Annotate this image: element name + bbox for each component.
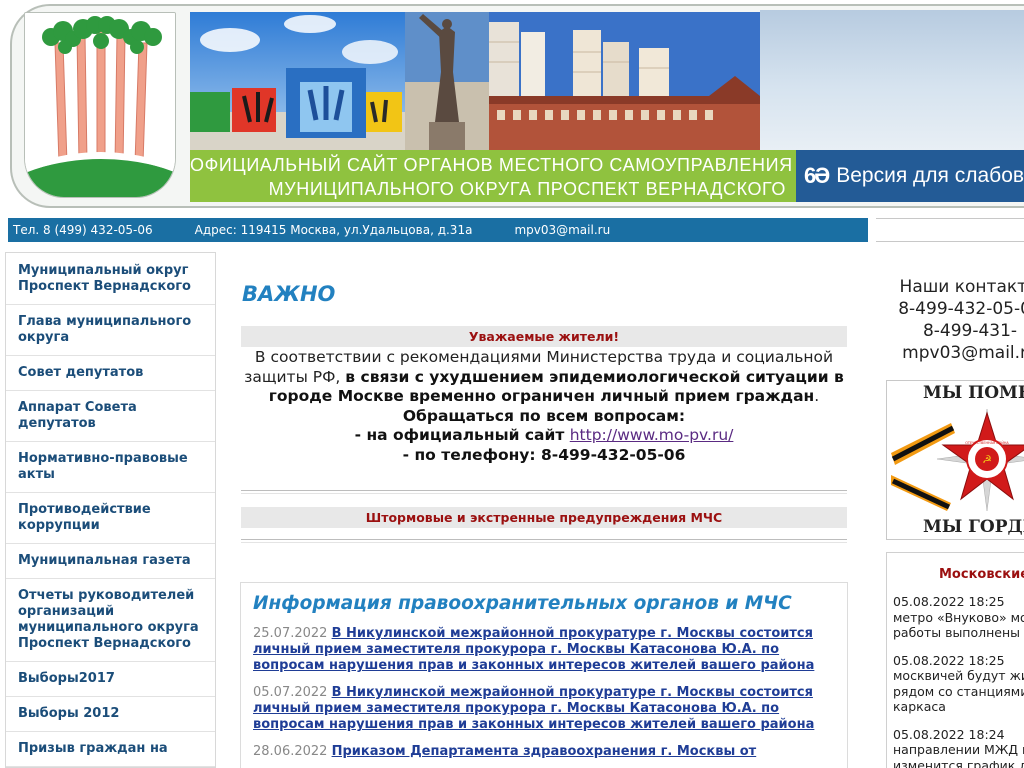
main-content: ВАЖНО Уважаемые жители! В соответствии с…: [232, 252, 862, 768]
news-item: 25.07.2022 В Никулинской межрайонной про…: [253, 626, 835, 674]
important-heading: ВАЖНО: [242, 282, 336, 306]
banner-photos: [190, 12, 760, 150]
sidebar-item-elections-2017[interactable]: Выборы2017: [6, 662, 215, 697]
phone-text: Тел. 8 (499) 432-05-06: [13, 223, 153, 237]
emergency-warnings-link[interactable]: Штормовые и экстренные предупреждения МЧ…: [241, 507, 847, 528]
moscow-news-text: работы выполнены: [893, 625, 1021, 640]
site-header: ОФИЦИАЛЬНЫЙ САЙТ ОРГАНОВ МЕСТНОГО САМОУП…: [0, 0, 1024, 212]
right-column-divider: [876, 218, 1024, 242]
order-star-icon: ☭ ОТЕЧЕСТВЕННАЯ ВОЙНА: [891, 408, 1024, 512]
municipal-emblem[interactable]: [24, 12, 176, 198]
glasses-icon: 6Ә: [804, 163, 830, 188]
moscow-news-date: 05.08.2022 18:25: [893, 594, 1005, 609]
poster-ring-text: ОТЕЧЕСТВЕННАЯ ВОЙНА: [965, 440, 1009, 445]
sidebar-item-head[interactable]: Глава муниципального округа: [6, 305, 215, 356]
news-item: 05.07.2022 В Никулинской межрайонной про…: [253, 685, 835, 733]
moscow-news-date: 05.08.2022 18:24: [893, 726, 1005, 742]
sidebar-nav: Муниципальный округ Проспект Вернадского…: [5, 252, 216, 768]
low-vision-version-button[interactable]: 6Ә Версия для слабовидящих: [796, 150, 1024, 202]
notice-text-bold: в связи с ухудшением эпидемиологической …: [268, 367, 844, 406]
poster-top-text: МЫ ПОМНИМ: [923, 383, 1024, 403]
site-title: ОФИЦИАЛЬНЫЙ САЙТ ОРГАНОВ МЕСТНОГО САМОУП…: [190, 150, 796, 202]
moscow-news-item[interactable]: 05.08.2022 18:24 направлении МЖД н измен…: [893, 727, 1024, 768]
park-photo: [190, 12, 405, 150]
low-vision-label: Версия для слабовидящих: [836, 164, 1024, 187]
contacts-phone: 8-499-432-05-06: [898, 299, 1024, 319]
news-section-title[interactable]: Информация правоохранительных органов и …: [253, 593, 835, 614]
contacts-phone-2: 8-499-431-: [922, 321, 1018, 341]
sidebar-item-newspaper[interactable]: Муниципальная газета: [6, 544, 215, 579]
svg-text:☭: ☭: [982, 453, 992, 466]
news-link[interactable]: В Никулинской межрайонной прокуратуре г.…: [253, 685, 814, 732]
right-column: Наши контакты 8-499-432-05-06 8-499-431-…: [876, 252, 1024, 768]
moscow-news-text: каркаса: [893, 699, 946, 714]
contacts-email[interactable]: mpv03@mail.ru: [876, 342, 1024, 364]
sidebar-item-elections-2012[interactable]: Выборы 2012: [6, 697, 215, 732]
news-date: 25.07.2022: [253, 626, 328, 641]
notice-phone: - по телефону: 8-499-432-05-06: [402, 445, 686, 464]
contact-info-bar: Тел. 8 (499) 432-05-06 Адрес: 119415 Мос…: [8, 218, 868, 242]
notice-text-end: .: [814, 387, 820, 405]
notice-body: В соответствии с рекомендациями Министер…: [241, 348, 847, 465]
moscow-news-item[interactable]: 05.08.2022 18:25 метро «Внуково» мо рабо…: [893, 594, 1024, 641]
moscow-news-text: изменится график д: [893, 757, 1024, 768]
emblem-image: [25, 13, 175, 197]
site-title-line1: ОФИЦИАЛЬНЫЙ САЙТ ОРГАНОВ МЕСТНОГО САМОУП…: [190, 155, 793, 175]
moscow-news-text: метро «Внуково» мо: [893, 609, 1024, 625]
notice-title: Уважаемые жители!: [241, 326, 847, 347]
sidebar-item-anti-corruption[interactable]: Противодействие коррупции: [6, 493, 215, 544]
news-link[interactable]: В Никулинской межрайонной прокуратуре г.…: [253, 626, 814, 673]
site-title-line2: МУНИЦИПАЛЬНОГО ОКРУГА ПРОСПЕКТ ВЕРНАДСКО…: [268, 179, 786, 199]
sidebar-item-council[interactable]: Совет депутатов: [6, 356, 215, 391]
sidebar-item-conscription[interactable]: Призыв граждан на: [6, 732, 215, 767]
moscow-news-text: направлении МЖД н: [893, 742, 1024, 757]
statue-photo: [405, 12, 489, 150]
sidebar-item-council-apparatus[interactable]: Аппарат Совета депутатов: [6, 391, 215, 442]
news-date: 28.06.2022: [253, 744, 328, 759]
moscow-news-item[interactable]: 05.08.2022 18:25 москвичей будут жи рядо…: [893, 653, 1024, 715]
moscow-news-date: 05.08.2022 18:25: [893, 652, 1005, 668]
divider: [241, 490, 847, 494]
sky-background: [760, 10, 1024, 150]
official-site-link[interactable]: http://www.mo-pv.ru/: [570, 426, 734, 444]
news-date: 05.07.2022: [253, 685, 328, 700]
poster-bottom-text: МЫ ГОРДИМСЯ: [923, 517, 1024, 537]
victory-poster[interactable]: МЫ ПОМНИМ ☭ ОТЕЧЕСТВЕННАЯ ВОЙНА: [886, 380, 1024, 540]
city-photo: [489, 12, 760, 150]
law-enforcement-news: Информация правоохранительных органов и …: [240, 582, 848, 768]
moscow-news-box: Московские новости 05.08.2022 18:25 метр…: [886, 552, 1024, 768]
email-link[interactable]: mpv03@mail.ru: [514, 223, 610, 237]
address-text: Адрес: 119415 Москва, ул.Удальцова, д.31…: [194, 223, 473, 237]
sidebar-item-legal-acts[interactable]: Нормативно-правовые акты: [6, 442, 215, 493]
notice-contact-heading: Обращаться по всем вопросам:: [402, 406, 686, 425]
news-item: 28.06.2022 Приказом Департамента здравоо…: [253, 744, 835, 760]
notice-site-prefix: - на официальный сайт: [354, 426, 570, 444]
sidebar-item-reports[interactable]: Отчеты руководителей организаций муницип…: [6, 579, 215, 662]
moscow-news-text: москвичей будут жи: [893, 668, 1024, 683]
divider: [241, 539, 847, 543]
news-link[interactable]: Приказом Департамента здравоохранения г.…: [332, 744, 757, 759]
contacts-heading: Наши контакты: [899, 277, 1024, 297]
moscow-news-text: рядом со станциями: [893, 683, 1024, 699]
sidebar-item-municipal-district[interactable]: Муниципальный округ Проспект Вернадского: [6, 253, 215, 305]
contacts-block: Наши контакты 8-499-432-05-06 8-499-431-…: [876, 276, 1024, 364]
moscow-news-title: Московские новости: [939, 567, 1024, 582]
